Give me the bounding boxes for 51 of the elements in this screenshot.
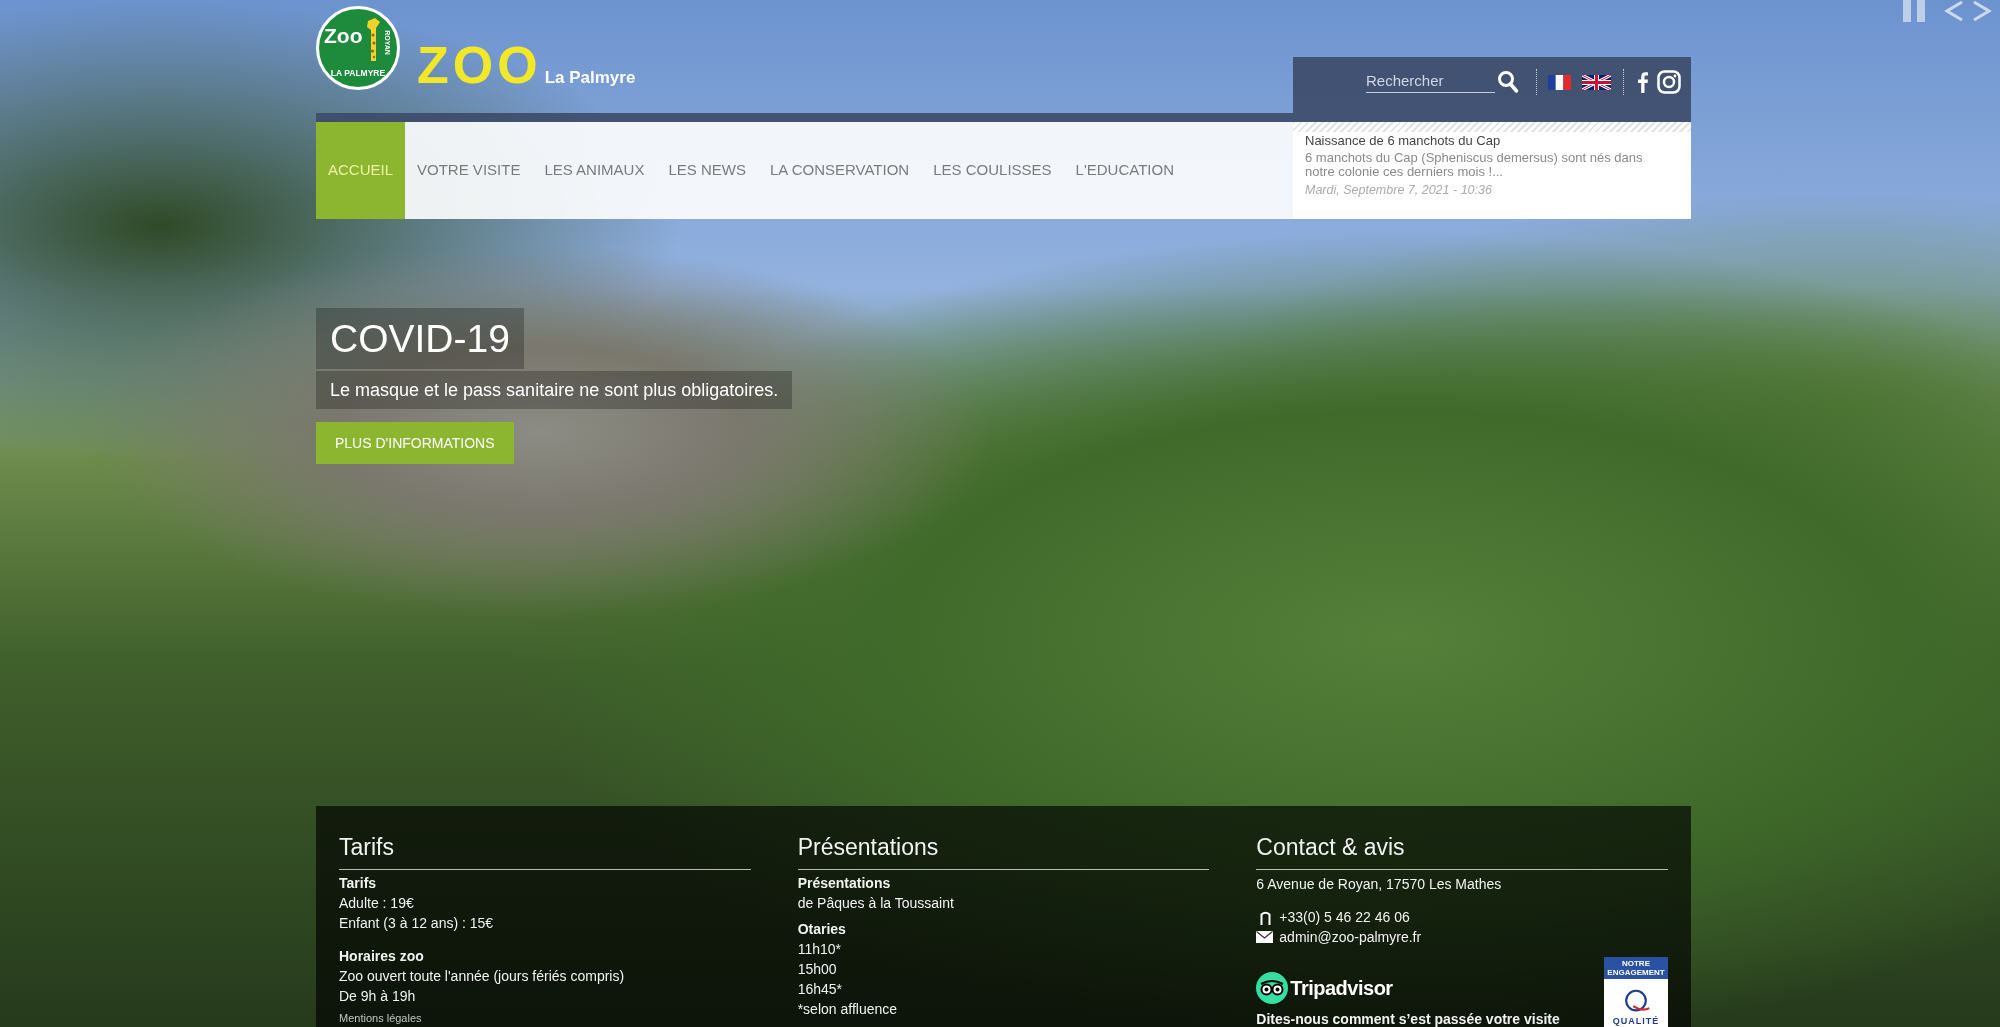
badge-text: QUALITÉ [1612,1016,1660,1027]
search-field[interactable]: Rechercher [1366,71,1495,93]
info-text: 16h45* [797,980,844,999]
british-flag-icon[interactable] [1582,74,1611,90]
search-icon[interactable] [1497,70,1519,94]
info-text: 11h10* [797,940,842,959]
info-heading: Horaires zoo [339,947,425,966]
nav-item[interactable]: LES COULISSES [921,122,1064,219]
info-text: De 9h à 19h [339,987,417,1006]
owl-logo-icon [1256,972,1289,1004]
news-summary: 6 manchots du Cap (Spheniscus demersus) sont nés dans notre colonie ces derniers mois !... [1305,151,1644,179]
info-text: Enfant (3 à 12 ans) : 15€ [339,914,495,933]
giraffe-icon [365,17,381,61]
legal-link[interactable]: Mentions légales [339,1010,422,1026]
logo-tagline: La Palmyre [544,68,636,88]
info-text: Zoo ouvert toute l'année (jours fériés compris) [339,967,626,986]
french-flag-icon[interactable] [1548,74,1571,90]
envelope-icon [1256,931,1274,943]
info-text: Adulte : 19€ [339,894,415,913]
logo-badge-text: Zoo [324,25,363,47]
nav-item[interactable]: LES ANIMAUX [532,122,657,219]
address-text: 6 Avenue de Royan, 17570 Les Mathes [1256,875,1502,894]
review-prompt: Dites-nous comment s’est passée votre visite [1256,1011,1560,1027]
info-text: de Pâques à la Toussaint [797,894,955,913]
news-date: Mardi, Septembre 7, 2021 - 10:36 [1305,182,1492,198]
info-heading: Otaries [797,920,847,939]
section-heading: Contact & avis [1256,833,1668,870]
nav-item[interactable]: L'EDUCATION [1063,122,1186,219]
section-heading: Tarifs [339,833,751,870]
hero-title: COVID-19 [316,308,524,369]
info-text: 15h00 [797,960,838,979]
review-site-name: Tripadvisor [1290,976,1393,1000]
facebook-icon[interactable] [1638,71,1648,93]
instagram-icon[interactable] [1657,70,1681,94]
hero-text: Le masque et le pass sanitaire ne sont plus obligatoires. [316,371,793,409]
info-heading: Présentations [797,874,892,893]
phone-icon [1260,909,1272,925]
email-link[interactable]: admin@zoo-palmyre.fr [1279,927,1422,947]
info-heading: Tarifs [339,874,378,893]
news-title[interactable]: Naissance de 6 manchots du Cap [1305,133,1501,149]
badge-text: NOTRE ENGAGEMENT [1606,959,1666,977]
nav-item[interactable]: LA CONSERVATION [757,122,922,219]
more-info-button[interactable]: PLUS D'INFORMATIONS [316,422,514,464]
nav-item[interactable]: VOTRE VISITE [405,122,533,219]
logo-badge-text: LA PALMYRE [329,69,387,78]
info-text: *selon affluence [797,1000,899,1019]
phone-number: +33(0) 5 46 22 46 06 [1279,908,1410,927]
logo-wordmark: ZOO [417,39,542,91]
section-heading: Présentations [797,833,1210,870]
nav-item[interactable]: ACCUEIL [316,122,406,219]
nav-item[interactable]: LES NEWS [656,122,758,219]
